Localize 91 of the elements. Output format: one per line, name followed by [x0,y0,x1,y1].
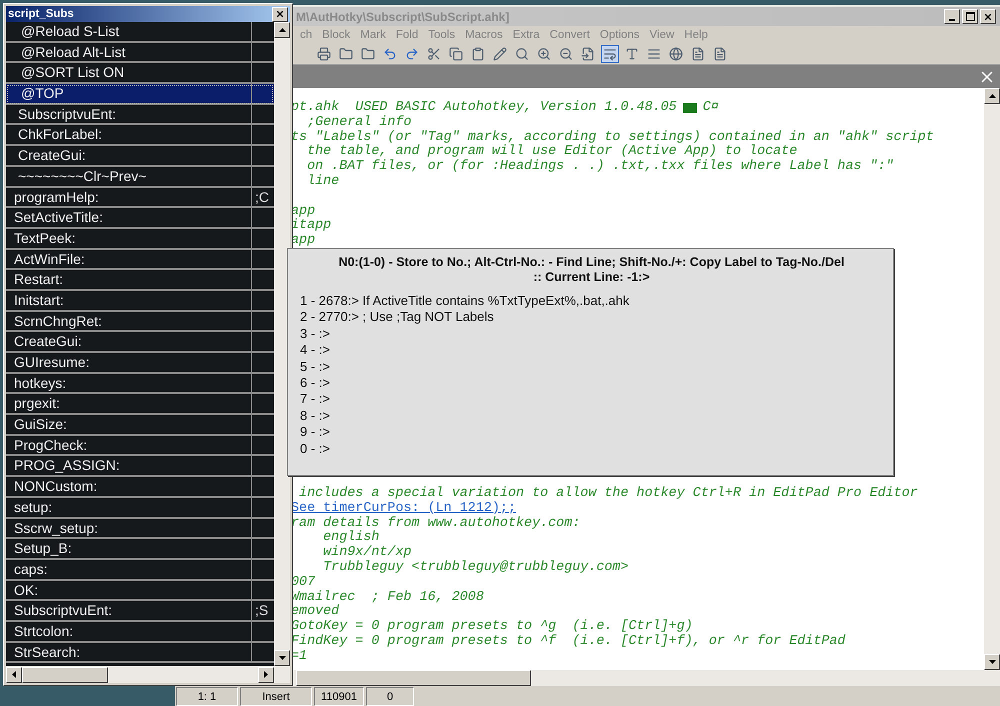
pencil-icon[interactable] [491,45,509,63]
code-line: the table, and program will use Editor (Active App) to locate [306,145,798,160]
window-title: M\AutHotky\Subscript\SubScript.ahk] [296,10,510,24]
code-text: C¤ [702,101,719,116]
code-line: Trubbleguy <trubbleguy@trubbleguy.com> [322,560,628,576]
list-row[interactable]: ActWinFile: [6,250,274,270]
list-row[interactable]: Restart: [6,270,274,291]
tag-slot[interactable]: 5 - :> [300,358,883,376]
code-line: english [322,531,380,546]
code-line: emoved [291,605,340,620]
tag-slot[interactable]: 7 - :> [300,391,883,408]
code-line: itapp [291,219,332,234]
minimize-button[interactable] [944,9,960,24]
wrap-text-icon[interactable] [601,45,619,63]
list-row[interactable]: ~~~~~~~~Clr~Prev~ [6,166,274,188]
list-row[interactable]: GUIresume: [6,353,274,374]
tag-slot[interactable]: 9 - :> [300,424,883,441]
list-row[interactable]: CreateGui: [6,146,274,167]
code-line: ram details from www.autohotkey.com: [291,516,580,531]
list-row[interactable]: SetActiveTitle: [6,208,274,229]
scroll-down-icon[interactable] [274,650,290,666]
list-row[interactable]: hotkeys: [6,374,274,394]
list-row[interactable]: SubscriptvuEnt: ;S [6,601,274,622]
list-row[interactable]: ScrnChngRet: [6,312,274,332]
code-line: includes a special variation to allow the hotkey Ctrl+R in EditPad Pro Editor [298,486,918,501]
scroll-down-icon[interactable] [984,654,1000,670]
code-line: ;General info [306,116,412,130]
list-row[interactable]: StrSearch: [6,642,274,664]
code-line: ts "Labels" (or "Tag" marks, according to settings) contained in an "ahk" script [291,130,934,145]
list-row[interactable]: setup: [6,498,274,518]
list-row[interactable]: NONCustom: [6,477,274,498]
list-row[interactable]: programHelp: ;C [6,188,274,208]
printer-icon[interactable] [315,45,333,63]
scroll-thumb[interactable] [296,670,531,686]
list-row[interactable]: TextPeek: [6,228,274,250]
popup-header: :: Current Line: -1:> [532,270,651,285]
close-button[interactable] [980,9,996,24]
globe-icon[interactable] [667,45,685,63]
list-row[interactable]: SubscriptvuEnt: [6,104,274,126]
zoom-in-icon[interactable] [535,45,553,63]
close-icon [275,9,285,19]
scroll-right-icon[interactable] [258,666,274,682]
tag-slot[interactable]: 3 - :> [300,326,883,342]
tag-slot[interactable]: 0 - :> [300,440,883,458]
tag-slot[interactable]: 1 - 2678:> If ActiveTitle contains %TxtTypeExt%,.bat,.ahk [300,293,883,310]
list-row[interactable]: Strtcolon: [6,622,274,643]
tag-slot[interactable]: 4 - :> [300,342,883,359]
status-cell: 110901 [314,687,364,706]
scroll-up-icon[interactable] [274,22,290,38]
status-cell: 1: 1 [176,687,238,706]
list-row[interactable]: OK: [6,580,274,602]
scrollbar[interactable] [984,88,1000,670]
list-row[interactable]: prgexit: [6,394,274,416]
status-cell: 0 [366,687,414,706]
list-row[interactable]: @TOP [6,84,274,105]
list-row[interactable]: @SORT List ON [6,63,274,84]
code-line: on .BAT files, or (for :Headings . .) .txt,.txx files where Label has ":" [306,160,894,174]
scroll-thumb[interactable] [22,666,108,682]
copy-icon[interactable] [447,45,465,63]
tag-slot[interactable]: 2 - 2770:> ; Use ;Tag NOT Labels [300,309,883,326]
list-row[interactable]: Initstart: [6,290,274,312]
list-row[interactable]: PROG_ASSIGN: [6,456,274,478]
window-title: script_Subs [8,8,74,20]
code-line: win9x/nt/xp [322,546,412,560]
popup-header: N0:(1-0) - Store to No.; Alt-Ctrl-No.: - Find Line; Shift-No./+: Copy Label to Tag-No./Del [338,255,846,270]
minimize-icon [949,18,955,20]
list-row[interactable]: Sscrw_setup: [6,518,274,540]
search-icon[interactable] [513,45,531,63]
block-icon [682,103,697,114]
list-row[interactable]: CreateGui: [6,332,274,353]
scrollbar[interactable] [274,22,290,666]
maximize-icon [966,12,974,21]
scroll-left-icon[interactable] [6,666,22,682]
list-row[interactable]: ChkForLabel: [6,125,274,146]
list-row[interactable]: caps: [6,560,274,581]
scroll-up-icon[interactable] [984,88,1000,104]
code-line: FindKey = 0 program presets to ^f (i.e. [Ctrl]+f), or ^r for EditPad [291,634,846,650]
list-row[interactable]: @Reload Alt-List [6,42,274,64]
close-icon [983,12,993,22]
maximize-button[interactable] [962,9,978,24]
list-row[interactable]: @Reload S-List [6,22,274,43]
status-cell: Insert [240,687,312,706]
list-row[interactable]: ProgCheck: [6,436,274,456]
list-row[interactable]: GuiSize: [6,415,274,436]
tag-slot[interactable]: 6 - :> [300,375,883,392]
code-line: GotoKey = 0 program presets to ^g (i.e. [Ctrl]+g) [291,620,693,634]
code-line: line [306,174,340,190]
close-button[interactable] [272,6,288,22]
list-row[interactable]: Setup_B: [6,539,274,560]
zoom-out-icon[interactable] [557,45,575,63]
tag-slot[interactable]: 8 - :> [300,408,883,424]
